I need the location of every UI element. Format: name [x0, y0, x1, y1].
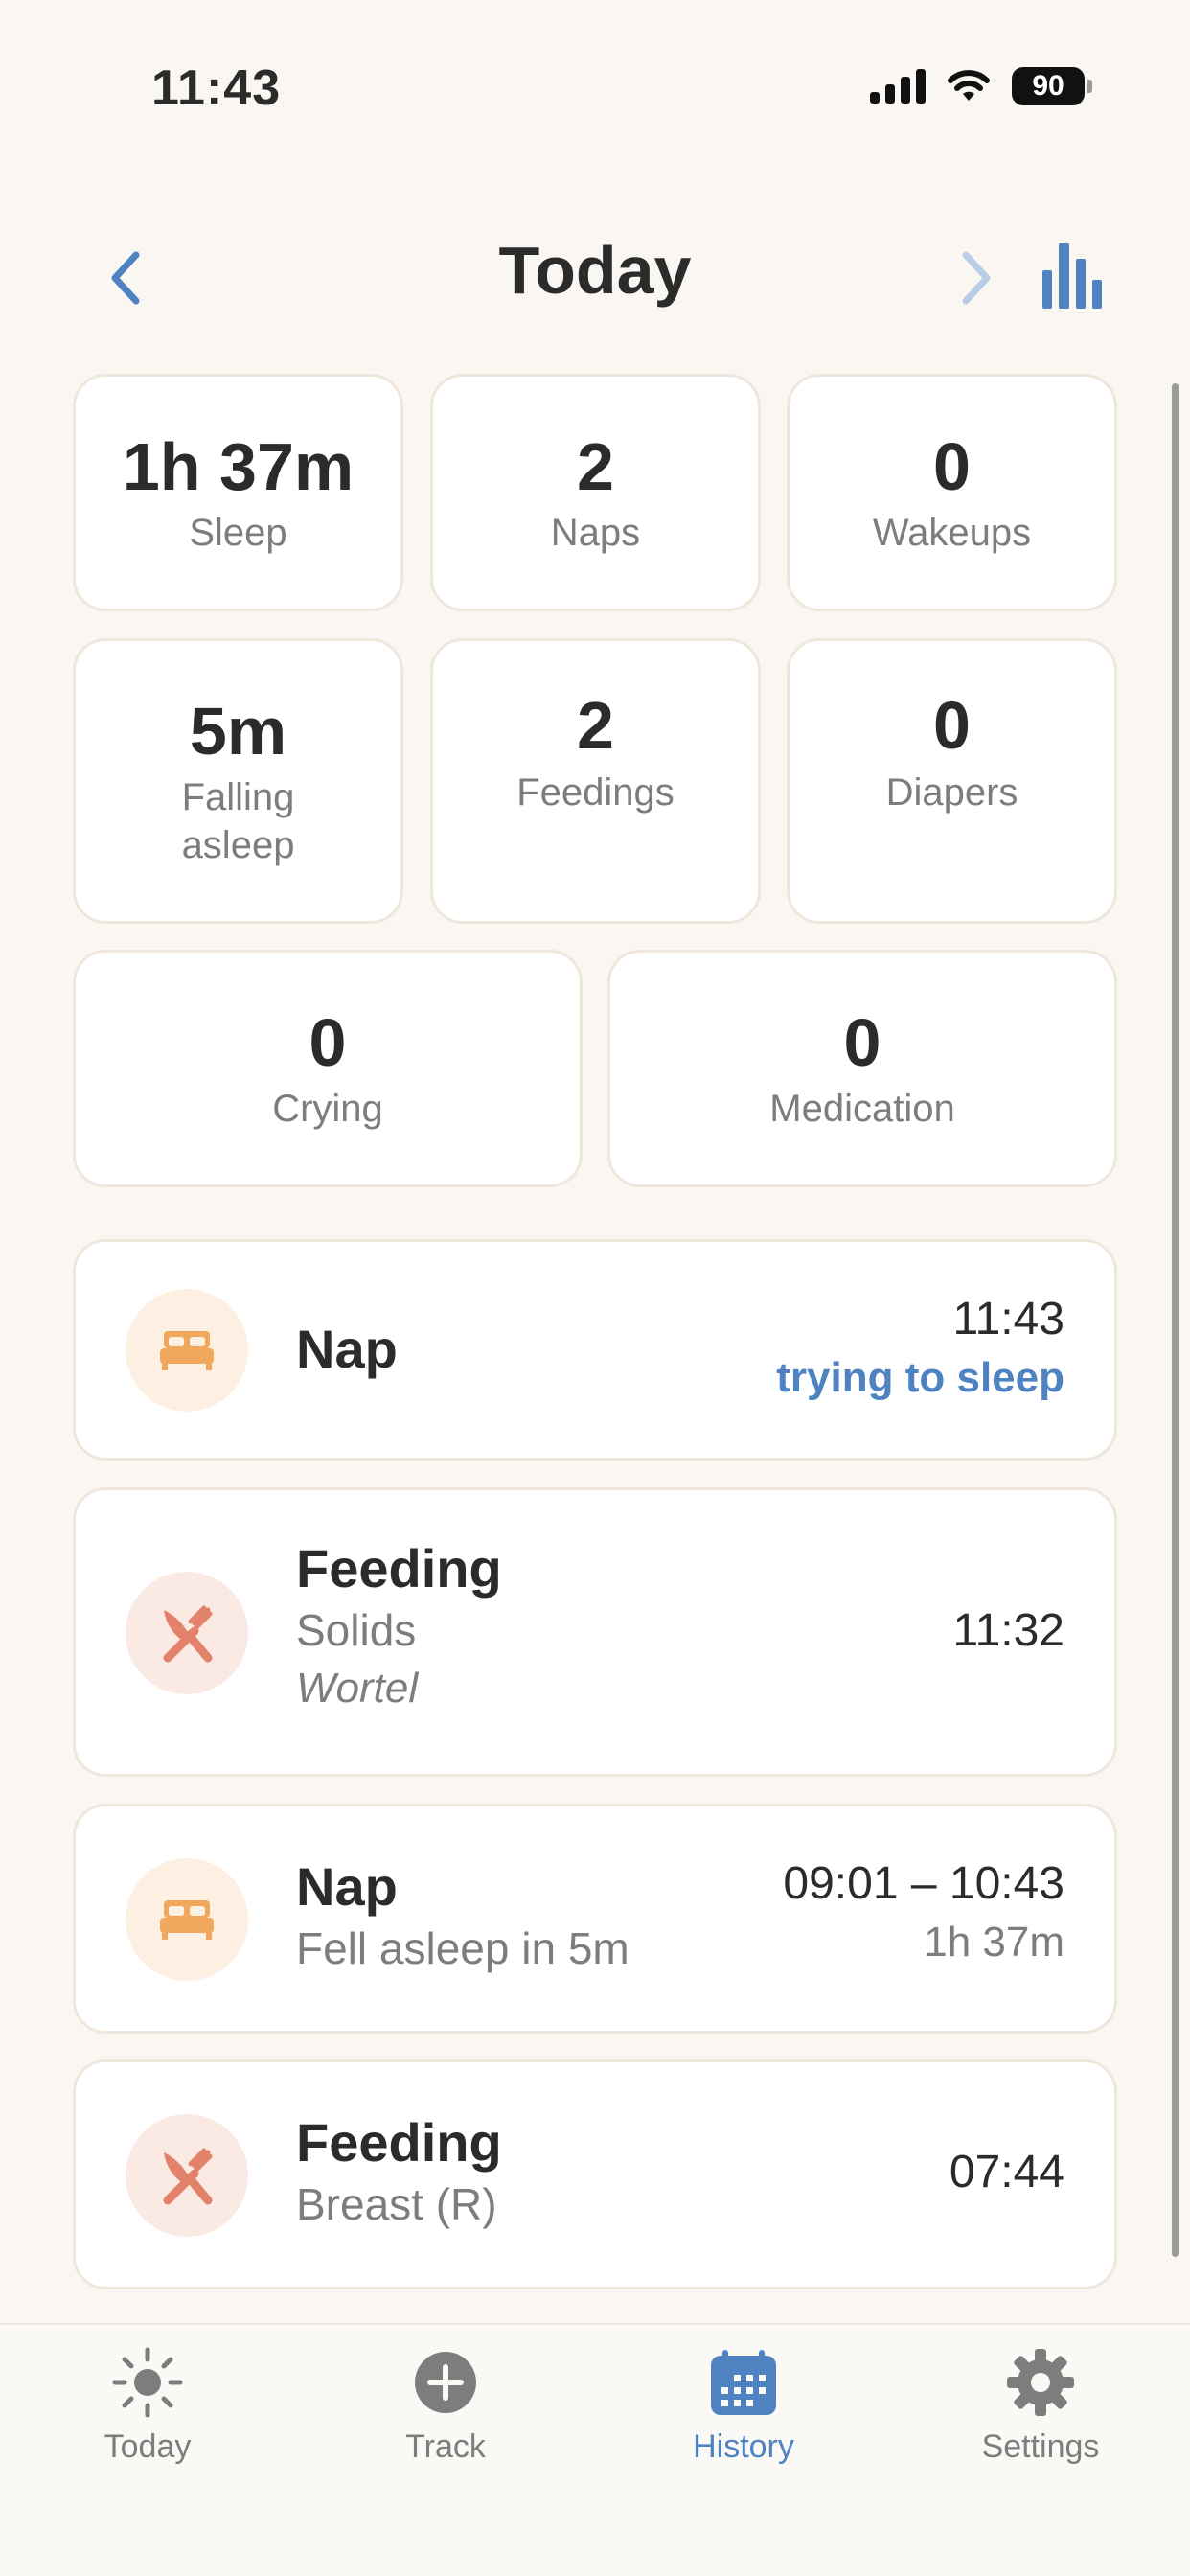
- stat-value: 5m: [189, 693, 287, 769]
- stat-card-naps[interactable]: 2 Naps: [430, 374, 761, 611]
- event-title: Nap: [296, 1856, 398, 1917]
- event-title: Nap: [296, 1319, 398, 1379]
- stat-label: Wakeups: [872, 512, 1032, 555]
- stat-card-falling-asleep[interactable]: 5m Falling asleep: [73, 638, 403, 924]
- gear-icon: [1007, 2349, 1074, 2416]
- tab-history[interactable]: History: [648, 2344, 839, 2466]
- tab-label: History: [693, 2428, 794, 2465]
- plus-circle-icon: [415, 2352, 476, 2413]
- event-card-feeding-solids[interactable]: Feeding Solids Wortel 11:32: [73, 1487, 1117, 1777]
- event-time: 11:32: [952, 1605, 1064, 1656]
- status-time: 11:43: [151, 60, 282, 116]
- nap-icon-circle: [126, 1858, 248, 1981]
- feeding-icon-circle: [126, 1572, 248, 1694]
- battery-level: 90: [1012, 67, 1085, 105]
- event-subtitle: Fell asleep in 5m: [296, 1923, 629, 1974]
- stat-value: 0: [933, 688, 971, 763]
- stat-label: Medication: [769, 1088, 955, 1131]
- event-note: Wortel: [296, 1665, 419, 1713]
- event-title: Feeding: [296, 1538, 502, 1598]
- status-icons: 90: [870, 67, 1092, 105]
- stat-card-medication[interactable]: 0 Medication: [607, 950, 1117, 1187]
- tab-label: Track: [405, 2428, 486, 2465]
- event-time: 07:44: [949, 2147, 1064, 2197]
- stat-value: 0: [309, 1004, 347, 1080]
- tab-today[interactable]: Today: [52, 2344, 243, 2466]
- wifi-icon: [948, 70, 990, 101]
- fork-knife-icon: [163, 2148, 213, 2205]
- tab-label: Today: [103, 2428, 192, 2465]
- stat-value: 2: [577, 428, 614, 504]
- stat-value: 1h 37m: [122, 428, 355, 504]
- stat-value: 0: [843, 1004, 881, 1080]
- stat-label: Naps: [550, 512, 641, 555]
- scrollbar[interactable]: [1172, 383, 1179, 2257]
- chart-icon: [1042, 270, 1053, 309]
- page-title: Today: [498, 233, 692, 308]
- stat-card-sleep[interactable]: 1h 37m Sleep: [73, 374, 403, 611]
- stat-label: Crying: [272, 1088, 383, 1131]
- tab-settings[interactable]: Settings: [945, 2344, 1136, 2466]
- stat-value: 0: [933, 428, 971, 504]
- sun-icon: [112, 2347, 183, 2418]
- event-subtitle: Breast (R): [296, 2179, 497, 2230]
- stat-card-feedings[interactable]: 2 Feedings: [430, 638, 761, 924]
- bed-icon: [160, 1331, 214, 1370]
- battery-icon: 90: [1012, 67, 1092, 105]
- feeding-icon-circle: [126, 2114, 248, 2237]
- event-status: trying to sleep: [776, 1354, 1064, 1402]
- history-screen: 11:43 90 Today 1h 37m Sleep 2 Naps 0 Wak…: [0, 0, 1190, 2576]
- stat-label: Feedings: [516, 770, 675, 814]
- stat-card-crying[interactable]: 0 Crying: [73, 950, 583, 1187]
- chart-button[interactable]: [1042, 242, 1102, 309]
- event-title: Feeding: [296, 2112, 502, 2173]
- event-card-nap-current[interactable]: Nap 11:43 trying to sleep: [73, 1239, 1117, 1460]
- event-subtitle: Solids: [296, 1605, 417, 1656]
- stat-label: Sleep: [189, 512, 287, 555]
- tab-track[interactable]: Track: [350, 2344, 541, 2466]
- event-duration: 1h 37m: [924, 1919, 1064, 1966]
- event-time: 11:43: [952, 1294, 1064, 1345]
- calendar-icon: [711, 2350, 776, 2415]
- next-day-button[interactable]: [949, 240, 1006, 316]
- nap-icon-circle: [126, 1289, 248, 1412]
- tab-bar: Today Track History Settings: [0, 2323, 1190, 2576]
- stat-label: Diapers: [885, 770, 1018, 814]
- stat-label: Falling asleep: [181, 776, 295, 867]
- tab-label: Settings: [981, 2428, 1100, 2465]
- event-time: 09:01 – 10:43: [783, 1858, 1064, 1909]
- stat-card-diapers[interactable]: 0 Diapers: [787, 638, 1117, 924]
- event-card-feeding-breast[interactable]: Feeding Breast (R) 07:44: [73, 2059, 1117, 2289]
- bed-icon: [160, 1900, 214, 1940]
- event-card-nap-completed[interactable]: Nap Fell asleep in 5m 09:01 – 10:43 1h 3…: [73, 1804, 1117, 2034]
- cellular-signal-icon: [870, 69, 926, 104]
- stat-card-wakeups[interactable]: 0 Wakeups: [787, 374, 1117, 611]
- chevron-right-icon: [962, 251, 991, 305]
- fork-knife-icon: [163, 1605, 213, 1663]
- stat-value: 2: [577, 688, 614, 763]
